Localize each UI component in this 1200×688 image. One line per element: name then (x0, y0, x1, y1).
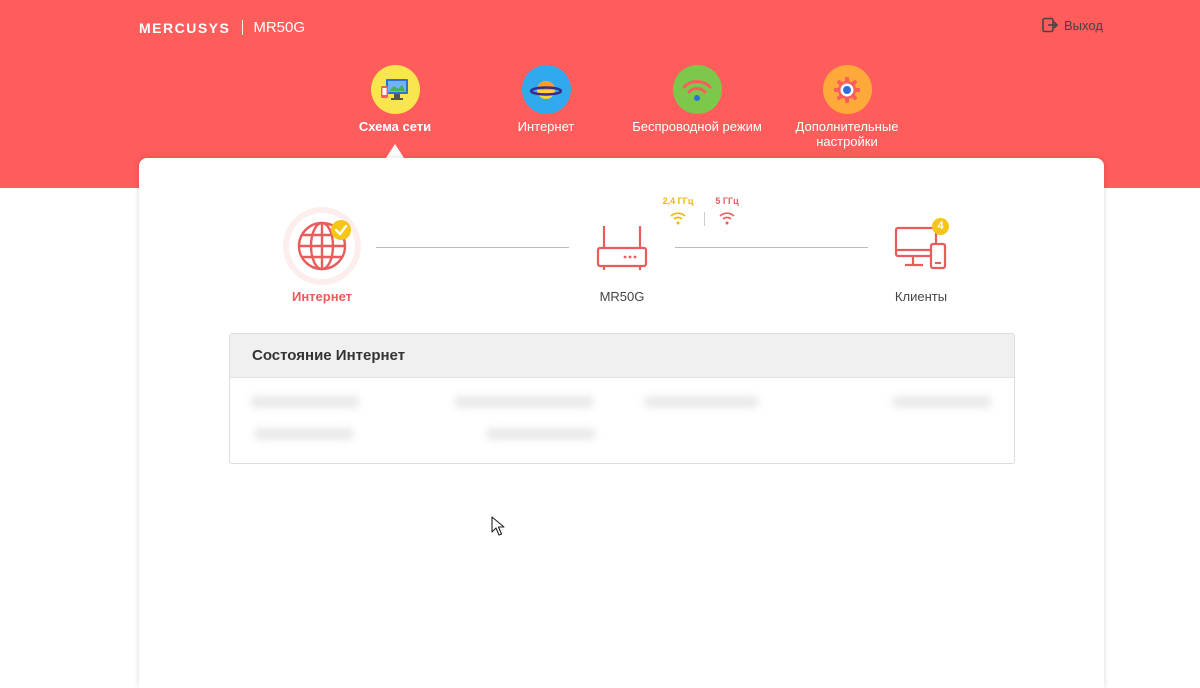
band-divider (704, 212, 705, 226)
blurred-status-value (454, 396, 594, 408)
topology-router-node[interactable] (594, 222, 650, 272)
nav-advanced[interactable]: Дополнительные настройки (767, 65, 927, 149)
active-tab-pointer (386, 144, 404, 158)
brand: MERCUSYS MR50G (139, 19, 305, 36)
nav-label-advanced: Дополнительные настройки (795, 119, 899, 149)
network-map-icon (370, 65, 420, 114)
globe-icon (283, 207, 361, 285)
nav-network-map[interactable]: Схема сети (315, 65, 475, 134)
blurred-status-value (486, 428, 596, 440)
band-24ghz-label: 2,4 ГГц (662, 196, 694, 206)
nav-label-internet: Интернет (517, 119, 575, 134)
router-icon (596, 226, 648, 270)
topology-link-router-clients (675, 247, 868, 248)
advanced-gear-icon (822, 65, 872, 114)
model-name: MR50G (253, 19, 306, 36)
nav-internet[interactable]: Интернет (466, 65, 626, 134)
nav-label-wireless: Беспроводной режим (632, 119, 762, 134)
mouse-cursor-icon (491, 516, 505, 541)
topology-internet-node[interactable] (282, 206, 362, 286)
topology-link-internet-router (376, 247, 569, 248)
wireless-icon (672, 65, 722, 114)
blurred-status-value (644, 396, 759, 408)
topology-clients-label: Клиенты (894, 289, 948, 304)
wifi-24ghz-icon (669, 210, 687, 231)
internet-status-panel: Состояние Интернет (229, 333, 1015, 464)
internet-planet-icon (521, 65, 571, 114)
logout-label: Выход (1064, 17, 1103, 33)
brand-divider (242, 20, 244, 35)
brand-logo: MERCUSYS (139, 19, 231, 36)
wifi-5ghz-icon (718, 210, 736, 231)
topology-internet-label: Интернет (291, 289, 352, 304)
blurred-status-value (254, 428, 354, 440)
logout-button[interactable]: Выход (1042, 17, 1103, 33)
topology-router-label: MR50G (599, 289, 645, 304)
band-5ghz-label: 5 ГГц (715, 196, 739, 206)
connected-check-icon (331, 220, 351, 240)
clients-count-badge: 4 (932, 218, 949, 235)
blurred-status-value (250, 396, 360, 408)
nav-label-network-map: Схема сети (358, 119, 432, 134)
logout-icon (1042, 17, 1058, 33)
blurred-status-value (892, 396, 992, 408)
nav-wireless[interactable]: Беспроводной режим (617, 65, 777, 134)
internet-status-title: Состояние Интернет (230, 334, 1014, 378)
